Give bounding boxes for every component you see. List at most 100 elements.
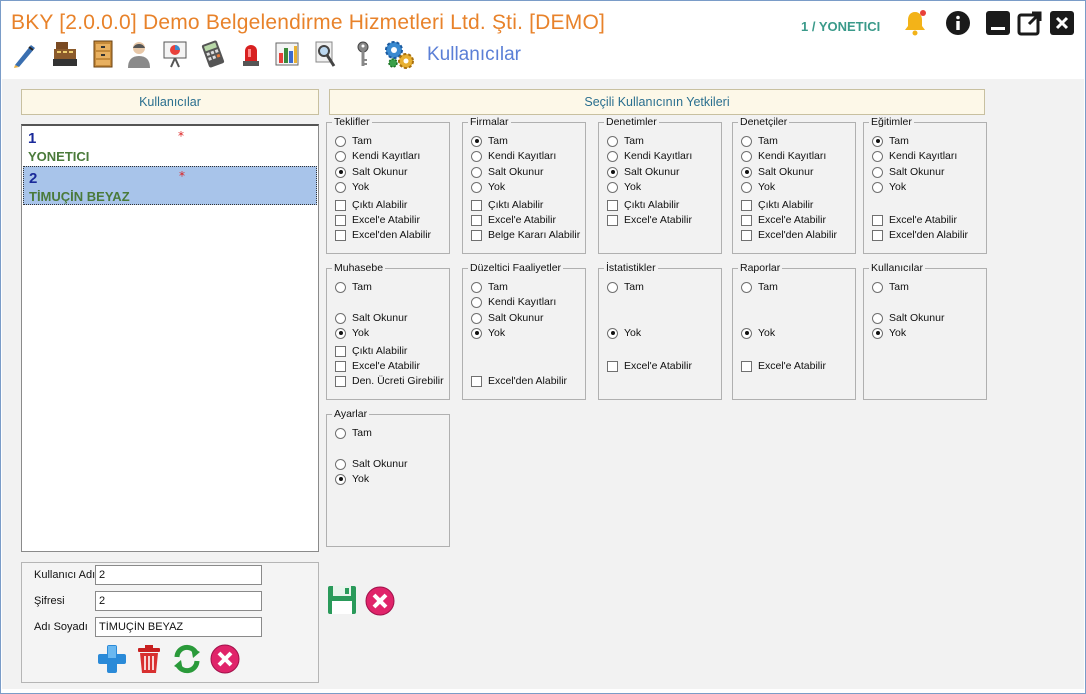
checkbox-option[interactable]: Excel'den Alabilir (335, 228, 431, 242)
radio-option[interactable]: Salt Okunur (335, 165, 407, 179)
radio-button[interactable] (335, 181, 346, 193)
radio-button[interactable] (335, 166, 346, 178)
cancel-button[interactable] (209, 643, 241, 675)
username-field[interactable] (95, 565, 262, 585)
info-icon[interactable] (945, 9, 971, 37)
radio-button[interactable] (335, 135, 346, 147)
checkbox-option[interactable]: Excel'e Atabilir (471, 213, 556, 227)
radio-button[interactable] (335, 473, 346, 485)
radio-option[interactable]: Yok (335, 326, 369, 340)
radio-option[interactable]: Kendi Kayıtları (471, 149, 556, 163)
checkbox[interactable] (335, 214, 346, 226)
radio-button[interactable] (872, 150, 883, 162)
radio-button[interactable] (872, 312, 883, 324)
radio-option[interactable]: Salt Okunur (741, 165, 813, 179)
presentation-icon[interactable] (161, 39, 189, 69)
add-user-button[interactable] (96, 643, 128, 675)
radio-button[interactable] (471, 135, 482, 147)
cabinet-icon[interactable] (89, 39, 117, 69)
radio-button[interactable] (471, 166, 482, 178)
checkbox-option[interactable]: Excel'e Atabilir (607, 359, 692, 373)
checkbox[interactable] (335, 375, 346, 387)
radio-option[interactable]: Tam (607, 280, 644, 294)
radio-button[interactable] (335, 150, 346, 162)
radio-option[interactable]: Kendi Kayıtları (335, 149, 420, 163)
calculator-icon[interactable] (199, 39, 227, 69)
chart-icon[interactable] (273, 39, 301, 69)
checkbox[interactable] (741, 360, 752, 372)
radio-option[interactable]: Salt Okunur (872, 311, 944, 325)
cash-register-icon[interactable] (51, 39, 79, 69)
radio-button[interactable] (741, 281, 752, 293)
user-row-selected[interactable]: 2 * TİMUÇİN BEYAZ (23, 166, 317, 205)
save-button[interactable] (327, 585, 357, 615)
minimize-icon[interactable] (985, 9, 1011, 37)
radio-button[interactable] (607, 166, 618, 178)
radio-option[interactable]: Tam (741, 134, 778, 148)
checkbox[interactable] (741, 214, 752, 226)
checkbox[interactable] (607, 360, 618, 372)
radio-option[interactable]: Tam (872, 134, 909, 148)
radio-button[interactable] (872, 135, 883, 147)
radio-button[interactable] (335, 281, 346, 293)
alarm-light-icon[interactable] (237, 39, 265, 69)
radio-option[interactable]: Yok (872, 326, 906, 340)
radio-option[interactable]: Tam (335, 426, 372, 440)
checkbox-option[interactable]: Excel'e Atabilir (335, 213, 420, 227)
radio-button[interactable] (471, 312, 482, 324)
radio-button[interactable] (335, 427, 346, 439)
radio-button[interactable] (471, 181, 482, 193)
user-row[interactable]: 1 * YONETICI (23, 127, 317, 166)
radio-option[interactable]: Yok (872, 180, 906, 194)
radio-option[interactable]: Tam (335, 280, 372, 294)
radio-button[interactable] (335, 458, 346, 470)
radio-option[interactable]: Salt Okunur (607, 165, 679, 179)
checkbox[interactable] (607, 214, 618, 226)
checkbox[interactable] (335, 345, 346, 357)
checkbox[interactable] (471, 214, 482, 226)
delete-user-button[interactable] (133, 643, 165, 675)
radio-option[interactable]: Salt Okunur (471, 311, 543, 325)
radio-option[interactable]: Yok (607, 180, 641, 194)
refresh-button[interactable] (171, 643, 203, 675)
radio-button[interactable] (335, 327, 346, 339)
radio-button[interactable] (471, 281, 482, 293)
radio-button[interactable] (607, 135, 618, 147)
radio-option[interactable]: Salt Okunur (872, 165, 944, 179)
radio-button[interactable] (335, 312, 346, 324)
radio-option[interactable]: Yok (335, 180, 369, 194)
pen-icon[interactable] (11, 39, 39, 69)
radio-button[interactable] (607, 181, 618, 193)
user-list[interactable]: 1 * YONETICI 2 * TİMUÇİN BEYAZ (21, 124, 319, 552)
checkbox[interactable] (741, 199, 752, 211)
radio-option[interactable]: Salt Okunur (471, 165, 543, 179)
close-icon[interactable] (1049, 9, 1075, 37)
radio-option[interactable]: Salt Okunur (335, 311, 407, 325)
radio-option[interactable]: Kendi Kayıtları (471, 295, 556, 309)
radio-option[interactable]: Yok (607, 326, 641, 340)
checkbox[interactable] (471, 199, 482, 211)
radio-option[interactable]: Tam (335, 134, 372, 148)
gears-icon[interactable] (383, 39, 417, 69)
radio-option[interactable]: Kendi Kayıtları (607, 149, 692, 163)
radio-button[interactable] (872, 181, 883, 193)
radio-button[interactable] (607, 150, 618, 162)
checkbox[interactable] (872, 214, 883, 226)
radio-option[interactable]: Yok (471, 180, 505, 194)
user-icon[interactable] (125, 39, 153, 69)
checkbox[interactable] (607, 199, 618, 211)
checkbox-option[interactable]: Excel'den Alabilir (741, 228, 837, 242)
checkbox-option[interactable]: Excel'e Atabilir (335, 359, 420, 373)
bell-icon[interactable] (902, 9, 928, 37)
radio-option[interactable]: Yok (741, 326, 775, 340)
radio-option[interactable]: Tam (741, 280, 778, 294)
radio-button[interactable] (607, 327, 618, 339)
radio-button[interactable] (471, 296, 482, 308)
radio-option[interactable]: Tam (471, 280, 508, 294)
checkbox-option[interactable]: Excel'e Atabilir (872, 213, 957, 227)
checkbox-option[interactable]: Çıktı Alabilir (335, 344, 407, 358)
popout-icon[interactable] (1017, 9, 1043, 37)
radio-button[interactable] (872, 327, 883, 339)
checkbox-option[interactable]: Çıktı Alabilir (607, 198, 679, 212)
radio-option[interactable]: Tam (872, 280, 909, 294)
